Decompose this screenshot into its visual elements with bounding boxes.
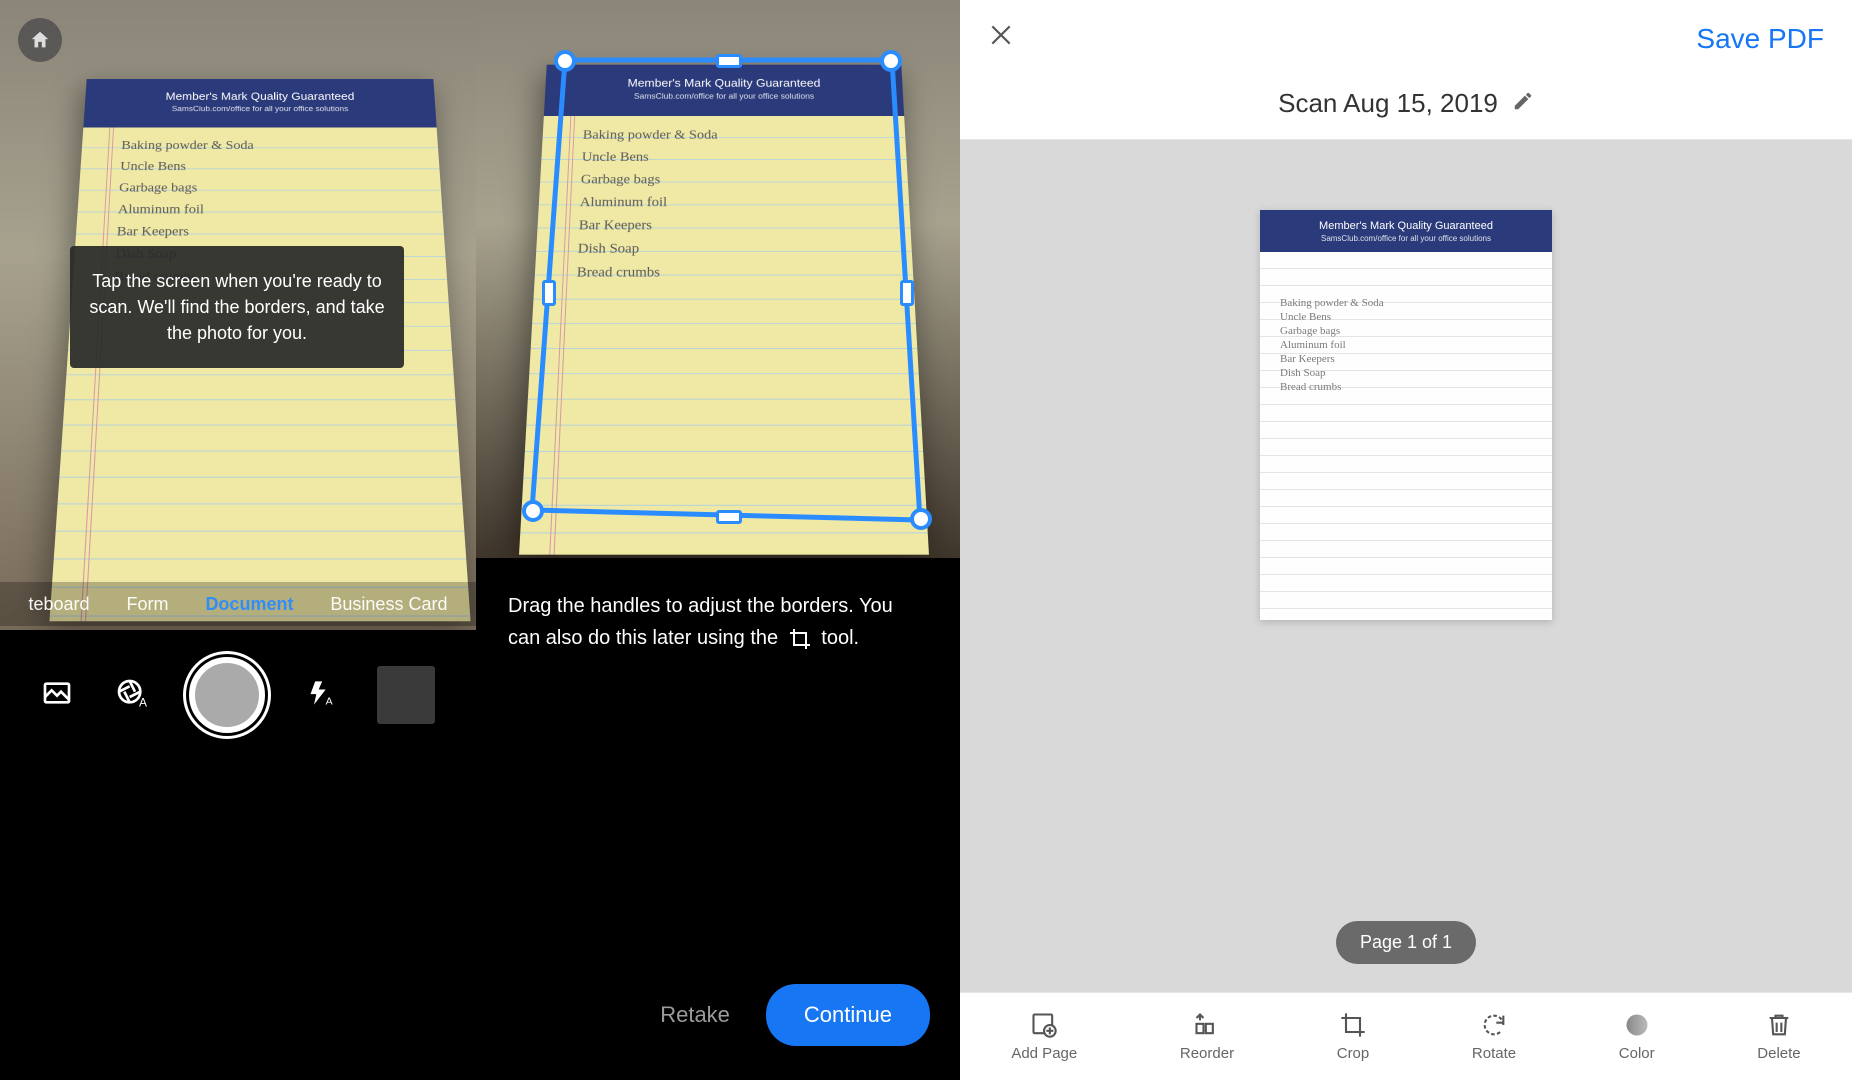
close-button[interactable]	[988, 22, 1014, 55]
add-page-icon	[1030, 1011, 1058, 1039]
aperture-auto-icon: A	[115, 677, 147, 709]
adjust-borders-hint: Drag the handles to adjust the borders. …	[476, 558, 960, 654]
notepad-header-text: Member's Mark Quality Guaranteed	[92, 90, 427, 102]
scan-title: Scan Aug 15, 2019	[1278, 88, 1498, 119]
close-icon	[988, 22, 1014, 48]
rename-button[interactable]	[1512, 90, 1534, 117]
rotate-icon	[1480, 1011, 1508, 1039]
camera-viewfinder[interactable]: Member's Mark Quality Guaranteed SamsClu…	[0, 0, 476, 630]
shutter-button[interactable]	[189, 657, 265, 733]
color-button[interactable]: Color	[1619, 1011, 1655, 1062]
continue-button[interactable]: Continue	[766, 984, 930, 1046]
svg-text:A: A	[326, 695, 333, 707]
color-icon	[1623, 1011, 1651, 1039]
mode-form[interactable]: Form	[126, 594, 168, 615]
scan-mode-selector: teboard Form Document Business Card	[0, 582, 476, 626]
mode-document[interactable]: Document	[205, 594, 293, 615]
reorder-button[interactable]: Reorder	[1180, 1011, 1234, 1062]
crop-icon	[1339, 1011, 1367, 1039]
review-toolbar: Add Page Reorder Crop Rotate Color Delet…	[960, 992, 1852, 1080]
capture-screen: Member's Mark Quality Guaranteed SamsClu…	[0, 0, 476, 1080]
crop-button[interactable]: Crop	[1337, 1011, 1370, 1062]
delete-button[interactable]: Delete	[1757, 1011, 1800, 1062]
flash-button[interactable]: A	[307, 677, 335, 714]
auto-capture-button[interactable]: A	[115, 677, 147, 714]
svg-text:A: A	[139, 695, 147, 709]
reorder-icon	[1193, 1011, 1221, 1039]
scanned-page-preview[interactable]: Member's Mark Quality Guaranteed SamsClu…	[1260, 210, 1552, 620]
captured-image-view[interactable]: Member's Mark Quality Guaranteed SamsClu…	[476, 0, 960, 558]
recent-scan-thumbnail[interactable]	[377, 666, 435, 724]
gallery-button[interactable]	[41, 677, 73, 714]
rotate-button[interactable]: Rotate	[1472, 1011, 1516, 1062]
page-indicator: Page 1 of 1	[1336, 921, 1476, 964]
pencil-icon	[1512, 90, 1534, 112]
notepad-subheader-text: SamsClub.com/office for all your office …	[92, 105, 429, 113]
border-action-row: Retake Continue	[660, 984, 930, 1046]
home-button[interactable]	[18, 18, 62, 62]
review-top-bar: Save PDF	[960, 0, 1852, 78]
mode-whiteboard[interactable]: teboard	[28, 594, 89, 615]
adjust-borders-screen: Member's Mark Quality Guaranteed SamsClu…	[476, 0, 960, 1080]
mode-business-card[interactable]: Business Card	[330, 594, 447, 615]
review-screen: Save PDF Scan Aug 15, 2019 Member's Mark…	[960, 0, 1852, 1080]
scan-preview-area[interactable]: Member's Mark Quality Guaranteed SamsClu…	[960, 140, 1852, 992]
camera-controls: A A	[0, 640, 476, 750]
trash-icon	[1765, 1011, 1793, 1039]
retake-button[interactable]: Retake	[660, 1002, 730, 1028]
handwriting-list: Baking powder & Soda Uncle Bens Garbage …	[576, 125, 717, 285]
captured-notepad: Member's Mark Quality Guaranteed SamsClu…	[519, 65, 928, 550]
add-page-button[interactable]: Add Page	[1011, 1011, 1077, 1062]
scan-title-row: Scan Aug 15, 2019	[960, 78, 1852, 140]
crop-icon	[788, 627, 812, 651]
home-icon	[29, 29, 51, 51]
flash-auto-icon: A	[307, 677, 335, 709]
gallery-icon	[41, 677, 73, 709]
save-pdf-button[interactable]: Save PDF	[1696, 23, 1824, 55]
preview-handwriting: Baking powder & Soda Uncle Bens Garbage …	[1280, 296, 1384, 394]
scan-hint-tooltip: Tap the screen when you're ready to scan…	[70, 246, 404, 368]
